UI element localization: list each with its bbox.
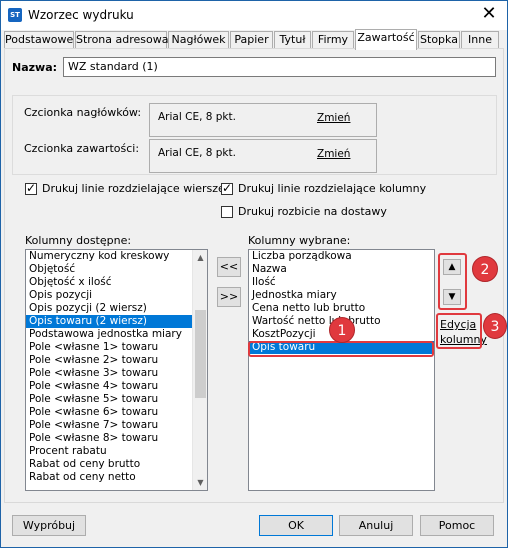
header-font-label: Czcionka nagłówków: xyxy=(24,106,142,119)
available-column-item[interactable]: Pole <własne 3> towaru xyxy=(26,367,207,380)
content-font-box: Arial CE, 8 pkt. Zmień xyxy=(149,139,377,173)
move-right-button[interactable]: >> xyxy=(217,287,241,307)
name-label: Nazwa: xyxy=(12,61,58,74)
available-column-item[interactable]: Pole <własne 1> towaru xyxy=(26,341,207,354)
ok-button[interactable]: OK xyxy=(259,515,333,536)
content-font-change-link[interactable]: Zmień xyxy=(317,148,350,160)
reorder-buttons-highlight xyxy=(438,253,467,310)
available-columns-list[interactable]: Numeryczny kod kreskowy Objętość Objętość … xyxy=(25,249,208,491)
callout-badge-1: 1 xyxy=(329,317,355,343)
tab-naglowek[interactable]: Nagłówek xyxy=(168,31,229,49)
tab-podstawowe[interactable]: Podstawowe xyxy=(4,31,74,49)
selected-column-item[interactable]: Nazwa xyxy=(249,263,434,276)
scroll-thumb[interactable] xyxy=(195,310,206,398)
help-button[interactable]: Pomoc xyxy=(420,515,494,536)
cancel-button[interactable]: Anuluj xyxy=(339,515,413,536)
tab-strona-adresowa[interactable]: Strona adresowa xyxy=(75,31,169,49)
window-title: Wzorzec wydruku xyxy=(28,8,134,22)
available-column-item[interactable]: Procent rabatu xyxy=(26,445,207,458)
available-column-item[interactable]: Podstawowa jednostka miary xyxy=(26,328,207,341)
split-delivery-checkbox[interactable] xyxy=(221,206,233,218)
available-column-item[interactable]: Objętość x ilość xyxy=(26,276,207,289)
available-column-item[interactable]: Pole <własne 6> towaru xyxy=(26,406,207,419)
available-column-item[interactable]: Objętość xyxy=(26,263,207,276)
available-column-item[interactable]: Pole <własne 5> towaru xyxy=(26,393,207,406)
selected-column-item[interactable]: Cena netto lub brutto xyxy=(249,302,434,315)
tab-zawartosc[interactable]: Zawartość xyxy=(355,29,417,50)
header-font-value: Arial CE, 8 pkt. xyxy=(158,111,236,123)
callout-badge-2: 2 xyxy=(472,256,498,282)
callout-badge-3: 3 xyxy=(483,313,507,339)
row-lines-label: Drukuj linie rozdzielające wiersze xyxy=(42,182,225,195)
available-column-item[interactable]: Opis towaru (2 wiersz) xyxy=(26,315,207,328)
selected-columns-label: Kolumny wybrane: xyxy=(248,234,351,247)
available-scrollbar[interactable]: ▲ ▼ xyxy=(192,250,207,490)
col-lines-label: Drukuj linie rozdzielające kolumny xyxy=(238,182,427,195)
available-column-item[interactable]: Opis pozycji xyxy=(26,289,207,302)
title-bar: ST Wzorzec wydruku ✕ xyxy=(1,1,507,30)
tab-firmy[interactable]: Firmy xyxy=(312,31,354,49)
dialog-window: ST Wzorzec wydruku ✕ Podstawowe Strona a… xyxy=(0,0,508,548)
split-delivery-label: Drukuj rozbicie na dostawy xyxy=(238,205,387,218)
content-font-value: Arial CE, 8 pkt. xyxy=(158,147,236,159)
available-column-item[interactable]: Rabat od ceny netto xyxy=(26,471,207,484)
content-font-label: Czcionka zawartości: xyxy=(24,142,140,155)
col-lines-checkbox[interactable] xyxy=(221,181,233,195)
selected-item-highlight xyxy=(248,341,434,357)
selected-column-item[interactable]: Liczba porządkowa xyxy=(249,250,434,263)
tab-tytul[interactable]: Tytuł xyxy=(274,31,311,49)
app-icon: ST xyxy=(8,8,22,22)
row-lines-checkbox[interactable] xyxy=(25,181,37,195)
available-column-item[interactable]: Numeryczny kod kreskowy xyxy=(26,250,207,263)
tab-papier[interactable]: Papier xyxy=(230,31,273,49)
selected-columns-list[interactable]: Liczba porządkowa Nazwa Ilość Jednostka mia… xyxy=(248,249,435,491)
scroll-up-icon[interactable]: ▲ xyxy=(193,250,207,265)
tab-stopka[interactable]: Stopka xyxy=(418,31,460,49)
move-left-button[interactable]: << xyxy=(217,257,241,277)
selected-column-item[interactable]: Jednostka miary xyxy=(249,289,434,302)
tab-inne[interactable]: Inne xyxy=(461,31,499,49)
available-column-item[interactable]: Pole <własne 8> towaru xyxy=(26,432,207,445)
available-column-item[interactable]: Pole <własne 7> towaru xyxy=(26,419,207,432)
available-column-item[interactable]: Pole <własne 4> towaru xyxy=(26,380,207,393)
edit-column-highlight xyxy=(436,313,482,349)
available-columns-label: Kolumny dostępne: xyxy=(25,234,132,247)
scroll-down-icon[interactable]: ▼ xyxy=(193,475,207,490)
close-icon[interactable]: ✕ xyxy=(477,3,501,27)
selected-column-item[interactable]: Ilość xyxy=(249,276,434,289)
test-button[interactable]: Wypróbuj xyxy=(12,515,86,536)
header-font-change-link[interactable]: Zmień xyxy=(317,112,350,124)
name-input[interactable]: WZ standard (1) xyxy=(63,57,496,77)
tab-strip: Podstawowe Strona adresowa Nagłówek Papi… xyxy=(4,29,504,50)
header-font-box: Arial CE, 8 pkt. Zmień xyxy=(149,103,377,137)
available-column-item[interactable]: Rabat od ceny brutto xyxy=(26,458,207,471)
available-column-item[interactable]: Opis pozycji (2 wiersz) xyxy=(26,302,207,315)
available-column-item[interactable]: Pole <własne 2> towaru xyxy=(26,354,207,367)
